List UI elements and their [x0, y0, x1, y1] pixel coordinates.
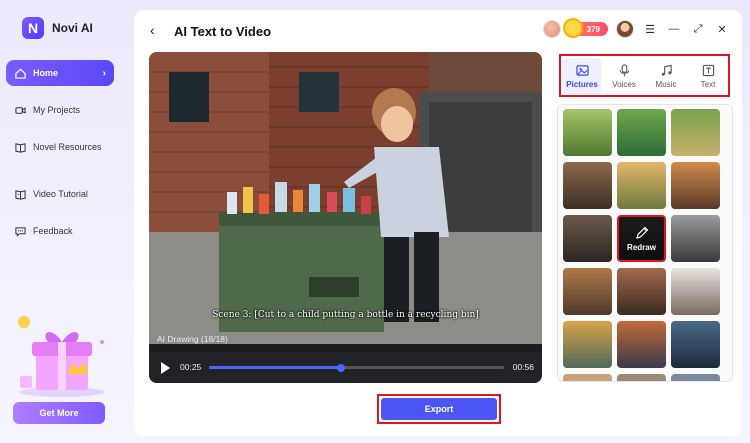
home-icon	[14, 67, 26, 79]
header-actions: 379 ☰ — ⤢ ✕	[542, 18, 730, 38]
assets-panel: Pictures Voices Music Text Redraw	[555, 52, 733, 382]
credits-badge[interactable]: 379	[562, 18, 608, 38]
scene-thumbnail[interactable]	[671, 109, 720, 156]
scene-thumbnail[interactable]	[671, 162, 720, 209]
sidebar-item-label: Home	[33, 68, 59, 78]
sidebar-item-feedback[interactable]: Feedback	[6, 218, 114, 244]
current-time: 00:25	[180, 362, 202, 372]
pencil-icon	[635, 226, 648, 239]
image-icon	[575, 64, 589, 76]
sidebar-item-video-tutorial[interactable]: Video Tutorial	[6, 181, 114, 207]
scene-thumbnail[interactable]	[671, 321, 720, 368]
scene-thumbnail[interactable]	[617, 268, 666, 315]
scene-thumbnail[interactable]	[563, 374, 612, 381]
microphone-icon	[619, 63, 629, 76]
scene-thumbnail[interactable]	[671, 268, 720, 315]
player-controls: 00:25 00:56	[149, 352, 542, 383]
user-avatar[interactable]	[616, 20, 634, 38]
tab-pictures[interactable]: Pictures	[563, 58, 601, 94]
scene-thumbnail[interactable]	[617, 162, 666, 209]
sidebar: N Novi AI Home › My Projects Novel Resou…	[0, 0, 125, 443]
tab-label: Voices	[612, 79, 636, 89]
back-icon[interactable]: ‹	[150, 22, 155, 38]
chevron-right-icon: ›	[102, 67, 106, 79]
chat-icon	[14, 225, 26, 237]
gift-box-icon	[18, 316, 104, 397]
tab-label: Pictures	[566, 79, 598, 89]
get-more-button[interactable]: Get More	[13, 402, 105, 424]
sidebar-item-novel-resources[interactable]: Novel Resources	[6, 134, 114, 160]
app-logo[interactable]: N Novi AI	[22, 17, 93, 39]
close-icon[interactable]: ✕	[714, 23, 730, 36]
text-icon	[702, 64, 714, 76]
sidebar-item-label: Feedback	[33, 226, 73, 236]
scene-thumbnail[interactable]	[617, 109, 666, 156]
sidebar-item-home[interactable]: Home ›	[6, 60, 114, 86]
scene-thumbnail[interactable]	[671, 374, 720, 381]
scene-subtitle: Scene 3: [Cut to a child putting a bottl…	[212, 310, 479, 320]
scene-thumbnail[interactable]	[563, 268, 612, 315]
sun-coin-icon	[562, 18, 583, 38]
scene-thumbnail[interactable]	[563, 109, 612, 156]
page-title: AI Text to Video	[174, 24, 272, 39]
music-icon	[661, 64, 672, 76]
play-icon[interactable]	[161, 362, 170, 374]
picture-grid: Redraw	[557, 104, 733, 382]
novi-logo-icon: N	[22, 17, 44, 39]
tab-text[interactable]: Text	[689, 58, 727, 94]
redraw-button[interactable]: Redraw	[619, 217, 664, 260]
export-highlight: Export	[377, 394, 501, 424]
scene-thumbnail[interactable]	[563, 321, 612, 368]
selected-scene-thumbnail[interactable]: Redraw	[617, 215, 666, 262]
sidebar-item-label: Video Tutorial	[33, 189, 88, 199]
progress-knob[interactable]	[336, 363, 345, 372]
scene-thumbnail[interactable]	[671, 215, 720, 262]
book-icon	[14, 141, 26, 153]
sidebar-item-my-projects[interactable]: My Projects	[6, 97, 114, 123]
sidebar-item-label: My Projects	[33, 105, 81, 115]
total-time: 00:56	[512, 362, 534, 372]
app-name: Novi AI	[52, 21, 93, 35]
video-camera-icon	[14, 104, 26, 116]
video-frame	[149, 52, 542, 344]
tab-music[interactable]: Music	[647, 58, 685, 94]
expand-icon[interactable]: ⤢	[690, 23, 706, 36]
progress-fill	[209, 366, 341, 369]
asset-tabs: Pictures Voices Music Text	[559, 54, 730, 97]
video-player[interactable]: Scene 3: [Cut to a child putting a bottl…	[149, 52, 542, 383]
redraw-label: Redraw	[627, 242, 656, 252]
ai-drawing-caption: AI Drawing (18/18)	[157, 334, 228, 344]
tab-voices[interactable]: Voices	[605, 58, 643, 94]
credits-count: 379	[586, 24, 600, 34]
main-panel: ‹ AI Text to Video 379 ☰ — ⤢ ✕ Scene 3: …	[134, 10, 742, 436]
menu-icon[interactable]: ☰	[642, 23, 658, 36]
scene-thumbnail[interactable]	[563, 215, 612, 262]
mascot-avatar-icon[interactable]	[542, 20, 561, 38]
progress-track[interactable]	[209, 363, 504, 372]
scene-thumbnail[interactable]	[617, 321, 666, 368]
play-book-icon	[14, 188, 26, 200]
export-button[interactable]: Export	[381, 398, 497, 420]
scene-thumbnail[interactable]	[617, 374, 666, 381]
tab-label: Text	[700, 79, 716, 89]
minimize-icon[interactable]: —	[666, 23, 682, 35]
tab-label: Music	[655, 79, 677, 89]
scene-thumbnail[interactable]	[563, 162, 612, 209]
sidebar-item-label: Novel Resources	[33, 142, 102, 152]
